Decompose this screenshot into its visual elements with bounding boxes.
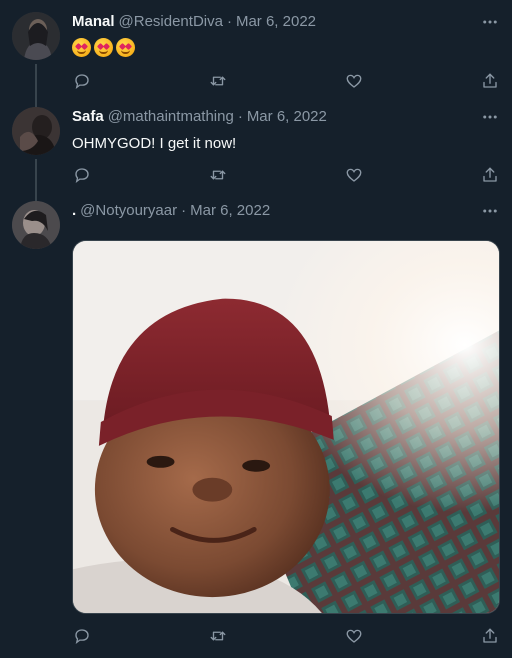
avatar[interactable] xyxy=(12,107,60,155)
tweet-date[interactable]: Mar 6, 2022 xyxy=(247,107,327,127)
retweet-icon[interactable] xyxy=(208,165,228,185)
display-name[interactable]: . xyxy=(72,201,76,221)
like-icon[interactable] xyxy=(344,165,364,185)
tweet-date[interactable]: Mar 6, 2022 xyxy=(236,12,316,32)
smiling-face-with-hearts-icon xyxy=(72,38,91,57)
avatar[interactable] xyxy=(12,201,60,249)
like-icon[interactable] xyxy=(344,626,364,646)
user-handle[interactable]: @Notyouryaar xyxy=(80,201,177,221)
like-icon[interactable] xyxy=(344,71,364,91)
separator-dot: · xyxy=(181,202,187,219)
retweet-icon[interactable] xyxy=(208,626,228,646)
thread-connector xyxy=(35,159,37,207)
separator-dot: · xyxy=(237,108,243,125)
reply-icon[interactable] xyxy=(72,165,92,185)
tweet-text xyxy=(72,38,135,57)
tweet-header: . @Notyouryaar · Mar 6, 2022 xyxy=(72,201,270,221)
display-name[interactable]: Safa xyxy=(72,107,104,127)
smiling-face-with-hearts-icon xyxy=(94,38,113,57)
share-icon[interactable] xyxy=(480,71,500,91)
user-handle[interactable]: @ResidentDiva xyxy=(119,12,223,32)
avatar[interactable] xyxy=(12,12,60,60)
tweet-actions xyxy=(72,71,500,91)
user-handle[interactable]: @mathaintmathing xyxy=(108,107,234,127)
smiling-face-with-hearts-icon xyxy=(116,38,135,57)
share-icon[interactable] xyxy=(480,165,500,185)
share-icon[interactable] xyxy=(480,626,500,646)
tweet-photo[interactable] xyxy=(72,240,500,614)
tweet-date[interactable]: Mar 6, 2022 xyxy=(190,201,270,221)
tweet-actions xyxy=(72,626,500,646)
tweet-actions xyxy=(72,165,500,185)
conversation-thread: Manal @ResidentDiva · Mar 6, 2022 Safa @… xyxy=(0,0,512,658)
reply-icon[interactable] xyxy=(72,71,92,91)
display-name[interactable]: Manal xyxy=(72,12,115,32)
more-icon[interactable] xyxy=(480,12,500,32)
separator-dot: · xyxy=(226,13,232,30)
thread-connector xyxy=(35,94,37,106)
tweet-text: OHMYGOD! I get it now! xyxy=(72,135,237,152)
tweet-header: Safa @mathaintmathing · Mar 6, 2022 xyxy=(72,107,327,127)
reply-icon[interactable] xyxy=(72,626,92,646)
more-icon[interactable] xyxy=(480,201,500,221)
retweet-icon[interactable] xyxy=(208,71,228,91)
tweet-safa[interactable]: Safa @mathaintmathing · Mar 6, 2022 OHMY… xyxy=(0,94,512,207)
tweet-header: Manal @ResidentDiva · Mar 6, 2022 xyxy=(72,12,316,32)
more-icon[interactable] xyxy=(480,107,500,127)
tweet-manal[interactable]: Manal @ResidentDiva · Mar 6, 2022 xyxy=(0,12,512,114)
